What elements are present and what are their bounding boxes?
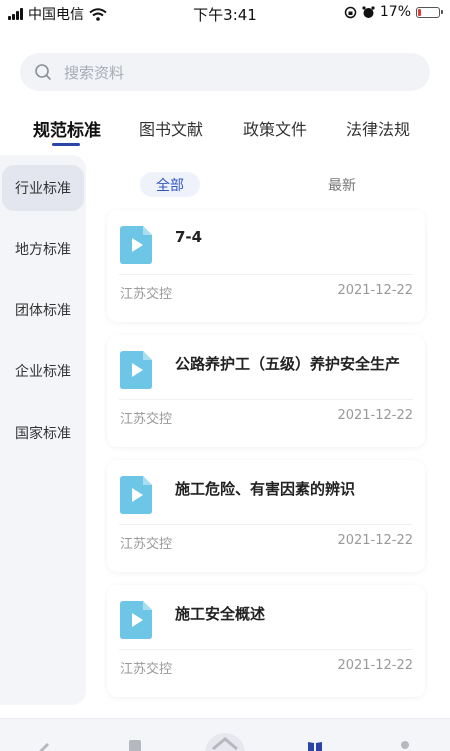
item-date: 2021-12-22 [337, 408, 413, 423]
item-source: 江苏交控 [120, 662, 173, 677]
video-file-icon [120, 601, 152, 639]
profile-icon[interactable] [397, 739, 413, 751]
category-tabs: 规范标准 图书文献 政策文件 法律法规 [0, 110, 450, 150]
item-source: 江苏交控 [120, 412, 173, 427]
item-title: 施工危险、有害因素的辨识 [175, 480, 356, 498]
side-item-enterprise[interactable]: 企业标准 [0, 348, 86, 394]
item-date: 2021-12-22 [337, 533, 413, 548]
divider [119, 274, 413, 275]
item-date: 2021-12-22 [337, 283, 413, 298]
item-title: 公路养护工（五级）养护安全生产 [175, 355, 401, 373]
video-file-icon [120, 351, 152, 389]
divider [119, 524, 413, 525]
side-item-group[interactable]: 团体标准 [0, 287, 86, 333]
tab-standards[interactable]: 规范标准 [33, 116, 101, 141]
battery-percent: 17% [379, 4, 411, 20]
item-source: 江苏交控 [120, 287, 173, 302]
list-item[interactable]: 施工安全概述 江苏交控 2021-12-22 [107, 585, 425, 697]
search-icon [35, 64, 51, 80]
home-icon[interactable] [205, 729, 245, 751]
list-item[interactable]: 公路养护工（五级）养护安全生产 江苏交控 2021-12-22 [107, 335, 425, 447]
status-right: 17% [344, 4, 443, 20]
document-icon[interactable] [127, 739, 143, 751]
side-item-national[interactable]: 国家标准 [0, 410, 86, 456]
lock-rotation-icon [344, 6, 357, 18]
status-bar: 中国电信 下午3:41 17% [0, 0, 450, 26]
subtab-latest[interactable]: 最新 [312, 172, 372, 197]
list-item[interactable]: 7-4 江苏交控 2021-12-22 [107, 210, 425, 322]
item-title: 7-4 [175, 228, 203, 246]
subtab-all[interactable]: 全部 [140, 172, 200, 197]
tab-laws[interactable]: 法律法规 [346, 116, 410, 140]
item-title: 施工安全概述 [175, 605, 266, 623]
list-item[interactable]: 施工危险、有害因素的辨识 江苏交控 2021-12-22 [107, 460, 425, 572]
item-source: 江苏交控 [120, 537, 173, 552]
divider [119, 399, 413, 400]
search-input[interactable]: 搜索资料 [64, 62, 124, 83]
side-nav: 行业标准 地方标准 团体标准 企业标准 国家标准 [0, 155, 86, 705]
video-file-icon [120, 476, 152, 514]
active-tab-indicator [52, 143, 80, 146]
library-icon[interactable] [307, 739, 323, 751]
item-date: 2021-12-22 [337, 658, 413, 673]
side-item-industry[interactable]: 行业标准 [2, 165, 84, 211]
bottom-tab-bar [0, 718, 450, 751]
pencil-icon[interactable] [35, 739, 51, 751]
side-item-local[interactable]: 地方标准 [0, 226, 86, 272]
battery-icon [416, 6, 443, 18]
tab-books[interactable]: 图书文献 [139, 116, 203, 140]
tab-policies[interactable]: 政策文件 [243, 116, 307, 140]
search-bar[interactable]: 搜索资料 [20, 53, 430, 91]
alarm-icon [362, 5, 375, 18]
video-file-icon [120, 226, 152, 264]
divider [119, 649, 413, 650]
